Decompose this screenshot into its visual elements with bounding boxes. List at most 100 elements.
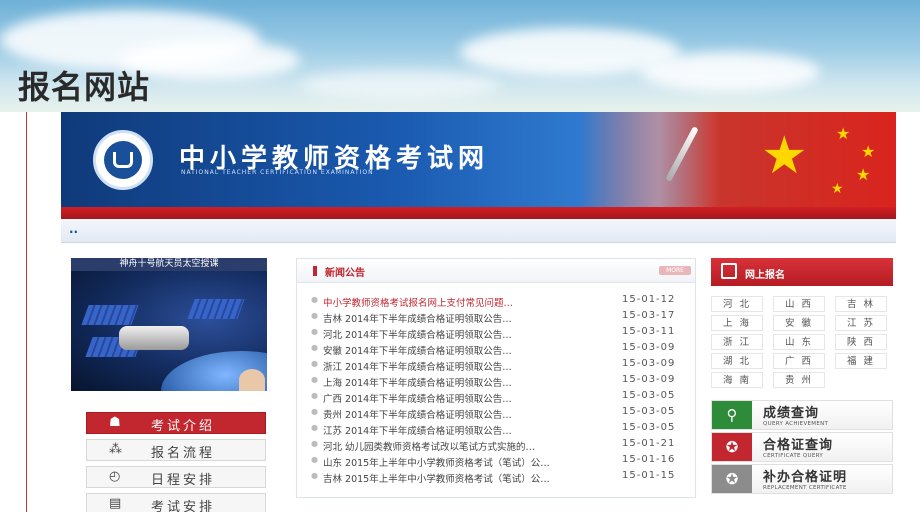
network-icon: ⁂	[109, 442, 125, 457]
news-item-date: 15-01-21	[622, 438, 676, 449]
news-item-title: 安徽 2014年下半年成绩合格证明领取公告…	[323, 346, 512, 357]
province-link[interactable]: 广 西	[773, 353, 825, 369]
star-icon: ★	[856, 165, 871, 184]
news-item-title: 上海 2014年下半年成绩合格证明领取公告…	[323, 378, 512, 389]
site-logo[interactable]	[93, 130, 153, 190]
star-icon: ★	[831, 181, 844, 197]
news-item-date: 15-01-15	[622, 470, 676, 481]
news-item[interactable]: ● 山东 2015年上半年中小学教师资格考试（笔试）公… 15-01-16	[311, 453, 695, 469]
promo-title[interactable]: 神舟十号航天员太空授课	[71, 258, 267, 271]
award-gray-icon: ✪	[712, 465, 752, 493]
registration-panel: 网上报名 河 北山 西吉 林上 海安 徽江 苏浙 江山 东陕 西湖 北广 西福 …	[711, 258, 893, 398]
service-title: 成绩查询	[763, 406, 820, 421]
edit-icon	[721, 263, 737, 279]
news-item-title: 河北 2014年下半年成绩合格证明领取公告…	[323, 330, 512, 341]
news-item[interactable]: ● 河北 幼儿园类教师资格考试改以笔试方式实施的… 15-01-21	[311, 437, 695, 453]
award-icon: ✪	[712, 433, 752, 461]
bullet-icon: ●	[311, 407, 318, 416]
menu-item-schedule[interactable]: ◴ 日程安排	[86, 466, 266, 488]
news-header: 新闻公告 MORE	[297, 259, 695, 283]
news-item-date: 15-03-17	[622, 310, 676, 321]
presentation-slide: 报名网站 中小学教师资格考试网 NATIONAL TEACHER CERTIFI…	[0, 0, 920, 518]
banner-red-bar	[61, 207, 896, 219]
province-link[interactable]: 福 建	[835, 353, 887, 369]
news-item-date: 15-01-12	[622, 294, 676, 305]
side-menu: ☗ 考试介绍 ⁂ 报名流程 ◴ 日程安排 ▤ 考试安排	[86, 412, 266, 512]
search-icon: ⚲	[712, 401, 752, 429]
news-item-date: 15-03-09	[622, 342, 676, 353]
news-item[interactable]: ● 安徽 2014年下半年成绩合格证明领取公告… 15-03-09	[311, 341, 695, 357]
news-item-date: 15-03-11	[622, 326, 676, 337]
news-item-date: 15-03-05	[622, 422, 676, 433]
menu-item-registration-flow[interactable]: ⁂ 报名流程	[86, 439, 266, 461]
cloud	[640, 52, 820, 92]
astronaut-photo	[239, 369, 265, 391]
bullet-icon: ●	[311, 295, 318, 304]
news-item[interactable]: ● 浙江 2014年下半年成绩合格证明领取公告… 15-03-09	[311, 357, 695, 373]
news-item[interactable]: ● 贵州 2014年下半年成绩合格证明领取公告… 15-03-05	[311, 405, 695, 421]
divider	[26, 112, 27, 512]
site-name-en: NATIONAL TEACHER CERTIFICATION EXAMINATI…	[181, 169, 374, 176]
service-replacement-certificate[interactable]: ✪ 补办合格证明 REPLACEMENT CERTIFICATE	[711, 464, 893, 494]
bullet-icon: ●	[311, 343, 318, 352]
menu-item-label: 日程安排	[151, 473, 216, 488]
news-item[interactable]: ● 吉林 2014年下半年成绩合格证明领取公告… 15-03-17	[311, 309, 695, 325]
news-item-title: 广西 2014年下半年成绩合格证明领取公告…	[323, 394, 512, 405]
more-button[interactable]: MORE	[659, 266, 691, 275]
news-item-title: 吉林 2015年上半年中小学教师资格考试（笔试）公…	[323, 474, 550, 485]
news-item[interactable]: ● 江苏 2014年下半年成绩合格证明领取公告… 15-03-05	[311, 421, 695, 437]
space-station-image[interactable]	[71, 271, 267, 391]
bullet-icon: ●	[311, 311, 318, 320]
news-item-date: 15-01-16	[622, 454, 676, 465]
menu-item-exam-arrangement[interactable]: ▤ 考试安排	[86, 493, 266, 512]
bullet-icon: ●	[311, 391, 318, 400]
registration-header[interactable]: 网上报名	[711, 258, 893, 286]
province-link[interactable]: 河 北	[711, 296, 763, 312]
news-item[interactable]: ● 中小学教师资格考试报名网上支付常见问题… 15-01-12	[311, 293, 695, 309]
news-item-title: 贵州 2014年下半年成绩合格证明领取公告…	[323, 410, 512, 421]
star-icon: ★	[761, 126, 808, 186]
bullet-icon: ●	[311, 471, 318, 480]
province-link[interactable]: 浙 江	[711, 334, 763, 350]
star-icon: ★	[861, 142, 876, 161]
province-link[interactable]: 安 徽	[773, 315, 825, 331]
service-title: 补办合格证明	[763, 470, 848, 485]
document-icon: ▤	[109, 496, 125, 511]
nav-strip[interactable]: ..	[61, 219, 896, 243]
news-item-date: 15-03-09	[622, 358, 676, 369]
bullet-icon: ●	[311, 439, 318, 448]
service-subtitle: CERTIFICATE QUERY	[763, 453, 824, 459]
menu-item-label: 考试介绍	[151, 419, 216, 434]
news-item-title: 吉林 2014年下半年成绩合格证明领取公告…	[323, 314, 512, 325]
space-station-graphic	[119, 326, 189, 350]
news-item-title: 山东 2015年上半年中小学教师资格考试（笔试）公…	[323, 458, 550, 469]
service-score-query[interactable]: ⚲ 成绩查询 QUERY ACHIEVEMENT	[711, 400, 893, 430]
bullet-icon: ●	[311, 375, 318, 384]
province-link[interactable]: 湖 北	[711, 353, 763, 369]
cloud	[300, 70, 500, 100]
province-link[interactable]: 贵 州	[773, 372, 825, 388]
news-item[interactable]: ● 上海 2014年下半年成绩合格证明领取公告… 15-03-09	[311, 373, 695, 389]
service-title: 合格证查询	[763, 438, 834, 453]
province-link[interactable]: 江 苏	[835, 315, 887, 331]
bullet-icon: ●	[311, 423, 318, 432]
news-item[interactable]: ● 河北 2014年下半年成绩合格证明领取公告… 15-03-11	[311, 325, 695, 341]
menu-item-label: 报名流程	[151, 446, 216, 461]
province-link[interactable]: 山 东	[773, 334, 825, 350]
news-item[interactable]: ● 吉林 2015年上半年中小学教师资格考试（笔试）公… 15-01-15	[311, 469, 695, 485]
news-item-date: 15-03-09	[622, 374, 676, 385]
registration-title: 网上报名	[745, 270, 785, 281]
province-link[interactable]: 吉 林	[835, 296, 887, 312]
menu-item-exam-intro[interactable]: ☗ 考试介绍	[86, 412, 266, 434]
province-link[interactable]: 陕 西	[835, 334, 887, 350]
news-item-date: 15-03-05	[622, 406, 676, 417]
service-certificate-query[interactable]: ✪ 合格证查询 CERTIFICATE QUERY	[711, 432, 893, 462]
province-link[interactable]: 山 西	[773, 296, 825, 312]
user-icon: ☗	[109, 415, 124, 430]
news-item-date: 15-03-05	[622, 390, 676, 401]
province-link[interactable]: 海 南	[711, 372, 763, 388]
news-item[interactable]: ● 广西 2014年下半年成绩合格证明领取公告… 15-03-05	[311, 389, 695, 405]
news-panel: 新闻公告 MORE ● 中小学教师资格考试报名网上支付常见问题… 15-01-12 ●…	[296, 258, 696, 498]
province-link[interactable]: 上 海	[711, 315, 763, 331]
service-subtitle: REPLACEMENT CERTIFICATE	[763, 485, 847, 491]
